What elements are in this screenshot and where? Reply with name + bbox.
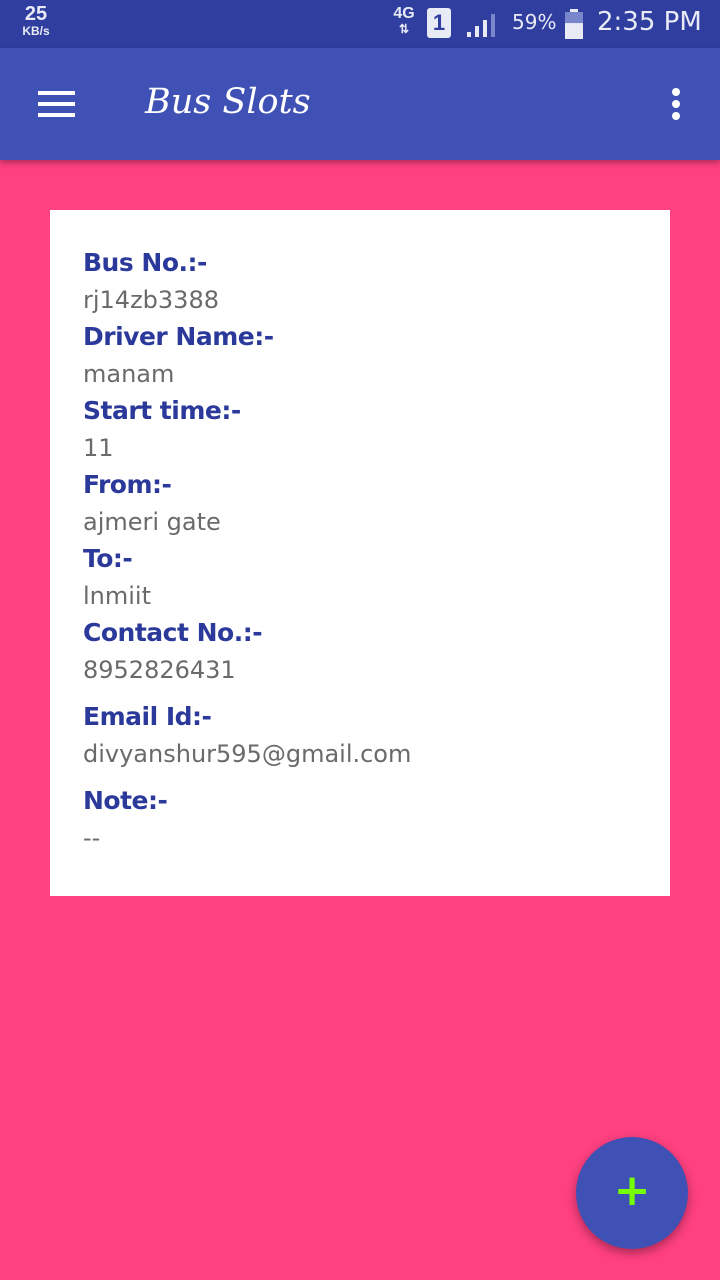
contact-no-field: Contact No.:- 8952826431 (83, 616, 263, 690)
bus-no-field: Bus No.:- rj14zb3388 (83, 246, 219, 320)
app-title: Bus Slots (145, 82, 311, 122)
contact-no-value: 8952826431 (83, 656, 236, 684)
network-type-indicator: 4G ⇅ (390, 5, 418, 36)
email-value: divyanshur595@gmail.com (83, 740, 412, 768)
contact-no-label: Contact No.:- (83, 618, 263, 647)
more-vert-icon[interactable] (656, 78, 696, 130)
bus-slot-card[interactable]: Bus No.:- rj14zb3388 Driver Name:- manam… (50, 210, 670, 896)
network-speed-unit: KB/s (22, 24, 50, 38)
bus-no-label: Bus No.:- (83, 248, 207, 277)
network-type-label: 4G (393, 5, 415, 22)
bus-no-value: rj14zb3388 (83, 286, 219, 314)
network-speed-indicator: 25 KB/s (18, 4, 54, 37)
driver-name-field: Driver Name:- manam (83, 320, 274, 394)
signal-strength-icon (467, 14, 495, 37)
from-field: From:- ajmeri gate (83, 468, 221, 542)
from-label: From:- (83, 470, 172, 499)
start-time-label: Start time:- (83, 396, 241, 425)
start-time-field: Start time:- 11 (83, 394, 241, 468)
email-label: Email Id:- (83, 702, 212, 731)
add-icon: + (613, 1165, 651, 1216)
add-slot-button[interactable]: + (576, 1137, 688, 1249)
status-bar: 25 KB/s 4G ⇅ 1 59% 2:35 PM (0, 0, 720, 48)
to-value: lnmiit (83, 582, 152, 610)
hamburger-menu-icon[interactable] (30, 78, 82, 130)
status-clock: 2:35 PM (597, 7, 702, 37)
note-field: Note:- -- (83, 784, 168, 858)
data-transfer-icon: ⇅ (398, 22, 410, 36)
network-speed-value: 25 (24, 3, 48, 25)
battery-percent: 59% (512, 10, 557, 34)
app-bar: Bus Slots (0, 48, 720, 160)
battery-icon (565, 9, 583, 39)
email-field: Email Id:- divyanshur595@gmail.com (83, 700, 411, 774)
note-label: Note:- (83, 786, 168, 815)
from-value: ajmeri gate (83, 508, 221, 536)
driver-name-label: Driver Name:- (83, 322, 274, 351)
to-field: To:- lnmiit (83, 542, 151, 616)
driver-name-value: manam (83, 360, 175, 388)
start-time-value: 11 (83, 434, 114, 462)
note-value: -- (83, 824, 101, 852)
sim-slot-icon: 1 (427, 8, 451, 38)
to-label: To:- (83, 544, 133, 573)
